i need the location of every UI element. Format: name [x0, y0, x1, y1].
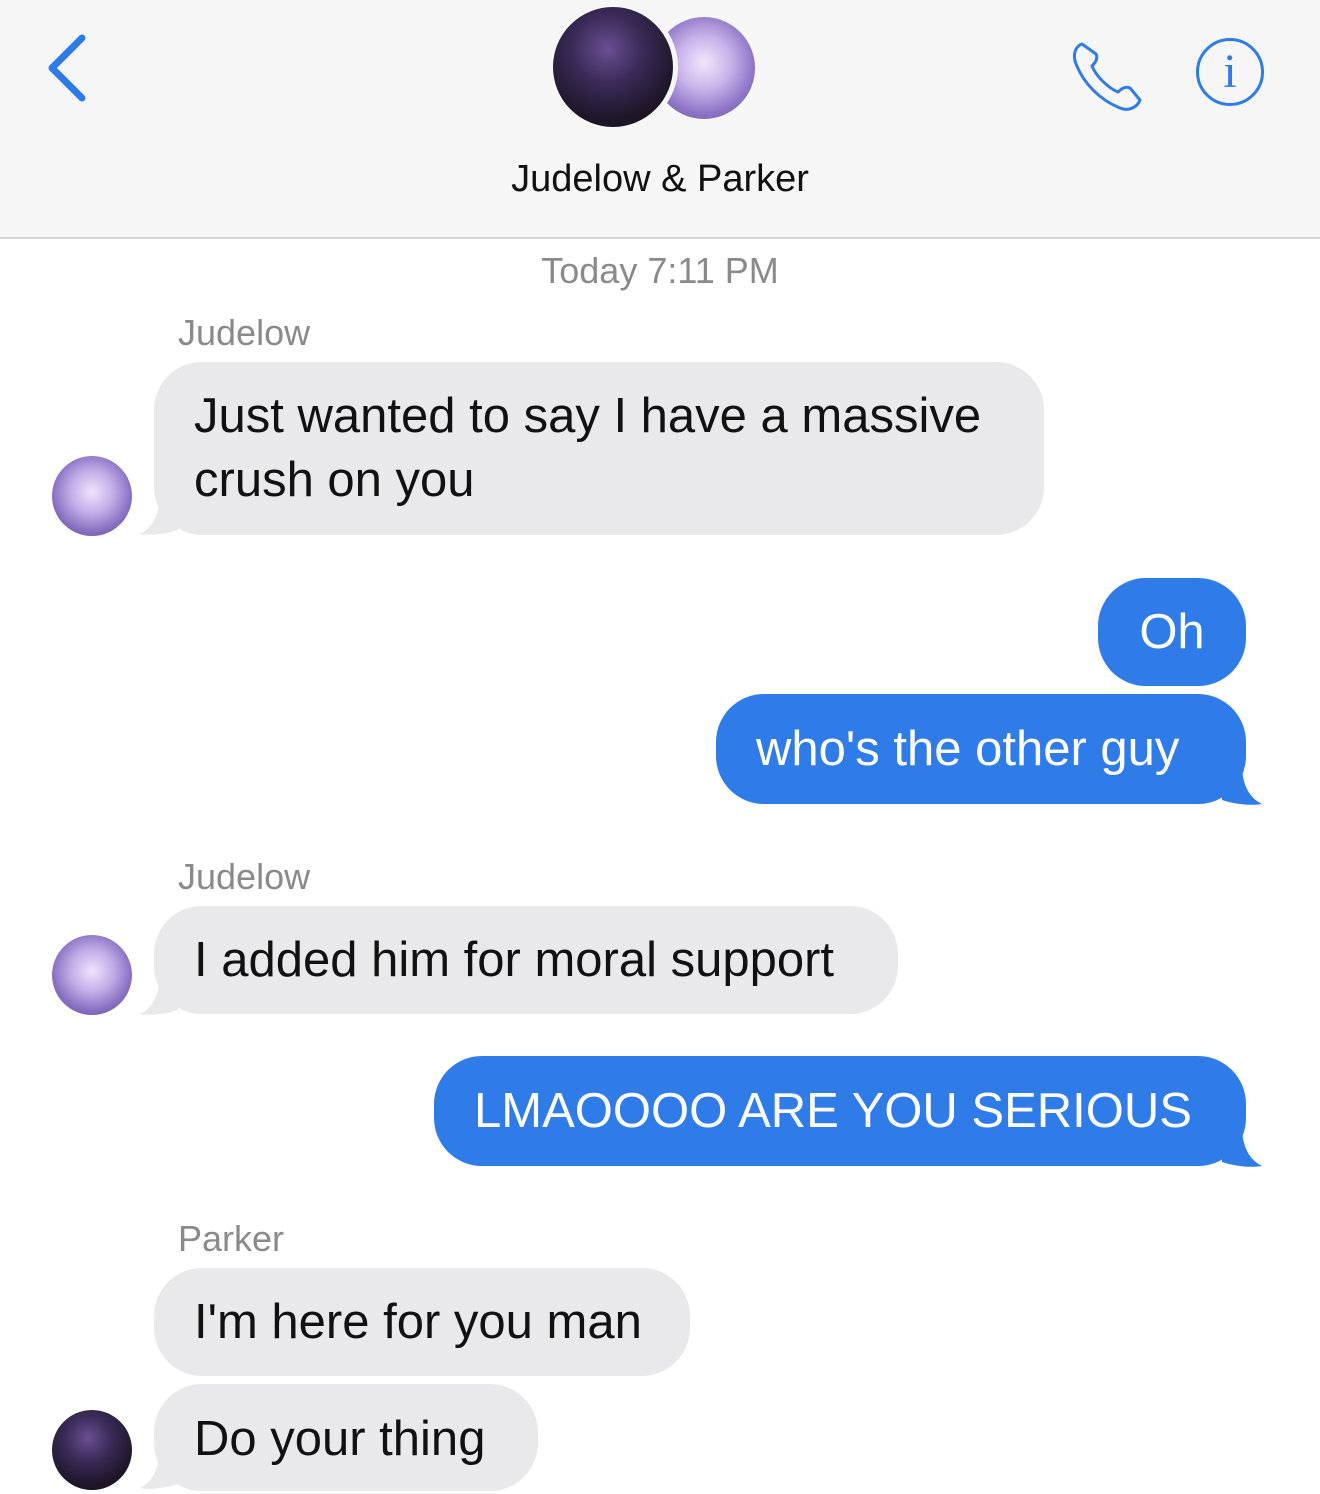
message-text: crush on you: [194, 453, 475, 507]
message-text: who's the other guy: [756, 722, 1180, 776]
message-timestamp: Today 7:11 PM: [541, 250, 779, 291]
info-button[interactable]: i: [1196, 38, 1264, 106]
message-text: LMAOOOO ARE YOU SERIOUS: [474, 1084, 1192, 1138]
message-bubble[interactable]: I'm here for you man: [154, 1268, 690, 1376]
message-text: Oh: [1139, 605, 1205, 659]
avatar-judelow[interactable]: [52, 935, 132, 1015]
back-button[interactable]: [40, 30, 100, 110]
conversation-header: Judelow & Parker i: [0, 0, 1320, 239]
info-icon: i: [1223, 45, 1237, 98]
message-bubble[interactable]: I added him for moral support: [154, 906, 898, 1014]
phone-icon: [1072, 42, 1142, 111]
message-bubble[interactable]: who's the other guy: [716, 694, 1246, 804]
message-text: Do your thing: [194, 1412, 486, 1466]
call-button[interactable]: [1068, 34, 1148, 114]
sender-name: Parker: [178, 1218, 285, 1259]
message-text: I added him for moral support: [194, 933, 835, 987]
sender-name: Judelow: [178, 856, 311, 897]
message-bubble[interactable]: Just wanted to say I have a massive crus…: [154, 362, 1044, 535]
message-text: Just wanted to say I have a massive: [194, 389, 982, 443]
message-text: I'm here for you man: [194, 1295, 642, 1349]
avatar-judelow[interactable]: [52, 456, 132, 536]
group-avatar[interactable]: [548, 2, 778, 134]
avatar-parker[interactable]: [52, 1410, 132, 1490]
message-bubble[interactable]: Oh: [1098, 578, 1246, 686]
message-bubble[interactable]: Do your thing: [154, 1384, 538, 1491]
avatar-judelow: [548, 2, 678, 132]
conversation-title[interactable]: Judelow & Parker: [0, 158, 1320, 201]
chevron-left-icon: [48, 34, 86, 102]
sender-name: Judelow: [178, 312, 311, 353]
message-bubble[interactable]: LMAOOOO ARE YOU SERIOUS: [434, 1056, 1246, 1166]
